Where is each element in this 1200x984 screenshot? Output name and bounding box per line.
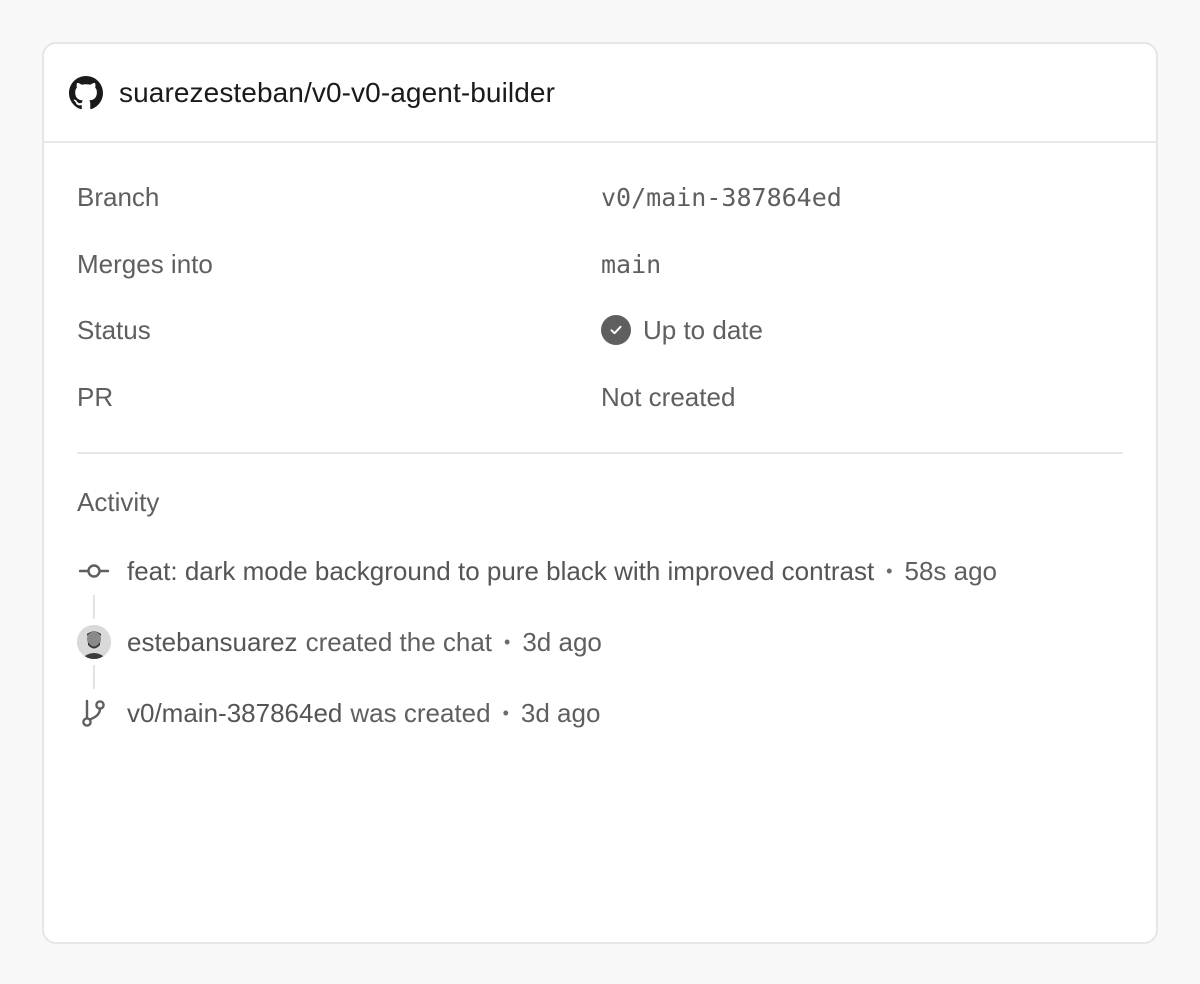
status-value: Up to date [643,314,763,345]
timeline-connector [93,595,95,619]
activity-item-branch-created: v0/main-387864ed was created • 3d ago [77,693,1123,733]
pr-label: PR [77,381,114,412]
merges-into-value[interactable]: main [601,250,661,279]
repo-card: suarezesteban/v0-v0-agent-builder Branch… [42,42,1158,944]
pr-row: PR Not created [77,377,1123,417]
merges-into-row: Merges into main [77,244,1123,284]
repo-name[interactable]: suarezesteban/v0-v0-agent-builder [119,77,555,109]
activity-time: 3d ago [520,697,601,728]
pr-value: Not created [601,381,736,412]
separator-dot: • [502,702,509,723]
activity-title: Activity [77,487,160,517]
commit-message[interactable]: feat: dark mode background to pure black… [127,556,874,587]
timeline-connector [93,665,95,689]
card-header: suarezesteban/v0-v0-agent-builder [44,44,1156,143]
activity-user[interactable]: estebansuarez [127,627,298,658]
status-value-wrap: Up to date [601,315,763,346]
branch-icon [77,696,111,730]
activity-item-chat-created: estebansuarez created the chat • 3d ago [77,622,1123,662]
activity-time: 58s ago [904,555,998,586]
branch-label: Branch [77,181,160,212]
avatar [77,625,111,659]
user-avatar [77,625,111,659]
github-icon [69,75,103,110]
activity-text: created the chat [305,626,493,657]
activity-text: was created [350,697,491,728]
status-row: Status Up to date [77,310,1123,350]
branch-row: Branch v0/main-387864ed [77,177,1123,217]
activity-item-commit: feat: dark mode background to pure black… [77,551,1123,591]
section-divider [77,452,1123,454]
separator-dot: • [886,560,893,581]
commit-icon [77,554,111,588]
merges-into-label: Merges into [77,248,213,279]
separator-dot: • [504,631,511,652]
branch-value[interactable]: v0/main-387864ed [601,183,842,212]
activity-time: 3d ago [522,626,602,657]
branch-link[interactable]: v0/main-387864ed [127,698,342,729]
check-circle-icon [601,315,631,345]
status-label: Status [77,314,151,345]
